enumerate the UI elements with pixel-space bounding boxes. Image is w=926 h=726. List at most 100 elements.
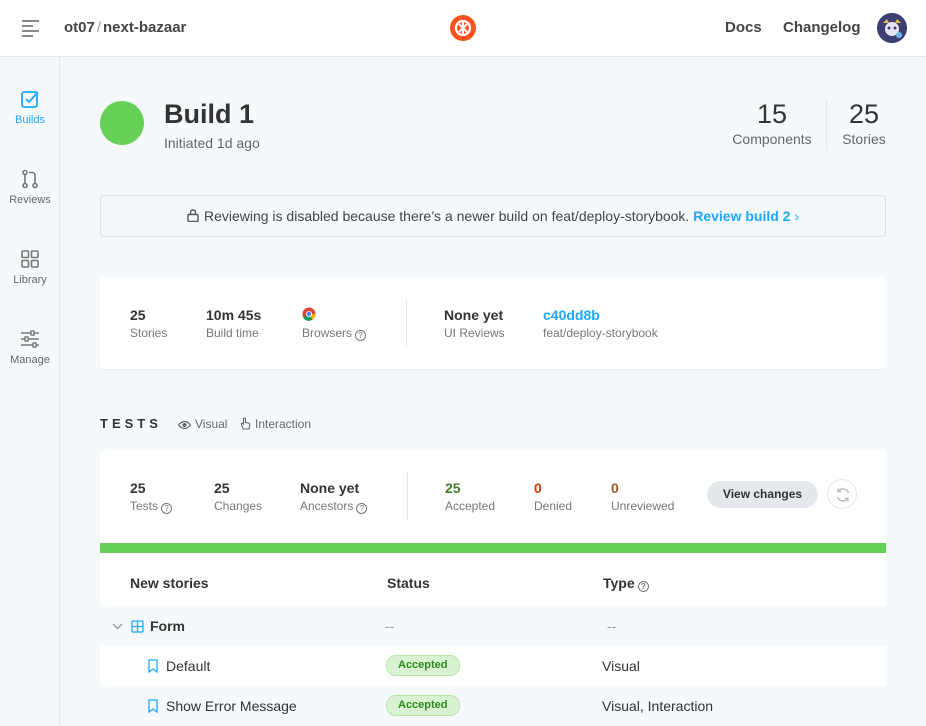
grid-icon bbox=[21, 250, 39, 268]
status-badge: Accepted bbox=[386, 655, 460, 676]
components-count: 15 Components bbox=[732, 99, 812, 147]
sidebar-item-builds[interactable]: Builds bbox=[0, 89, 60, 126]
review-disabled-banner: Reviewing is disabled because there’s a … bbox=[100, 195, 886, 237]
changes-count-value: 25 bbox=[214, 480, 230, 496]
visual-tag-label: Visual bbox=[195, 417, 228, 431]
stories-value: 25 bbox=[848, 99, 880, 129]
divider bbox=[826, 100, 827, 150]
accepted-label: Accepted bbox=[445, 499, 496, 513]
accepted-count: 25 Accepted bbox=[445, 480, 495, 513]
divider bbox=[407, 472, 408, 520]
pull-request-icon bbox=[22, 169, 38, 189]
chevron-down-icon[interactable] bbox=[112, 623, 123, 630]
divider bbox=[406, 299, 407, 347]
unreviewed-count: 0 Unreviewed bbox=[611, 480, 674, 513]
summary-browsers-label: Browsers bbox=[302, 326, 353, 340]
interaction-tag: Interaction bbox=[240, 417, 311, 431]
page-title: Build 1 bbox=[164, 99, 255, 129]
changes-count-label: Changes bbox=[214, 499, 263, 513]
avatar[interactable] bbox=[877, 13, 907, 43]
summary-commit: c40dd8b feat/deploy-storybook bbox=[543, 307, 658, 340]
summary-build-time: 10m 45s Build time bbox=[206, 307, 261, 340]
checkbox-icon bbox=[21, 91, 39, 108]
sidebar-item-label: Manage bbox=[10, 354, 50, 366]
story-type: Visual, Interaction bbox=[602, 698, 714, 714]
bookmark-icon bbox=[148, 699, 158, 713]
sidebar-item-label: Library bbox=[13, 274, 47, 286]
component-icon bbox=[131, 620, 144, 633]
tests-heading: TESTS bbox=[100, 416, 162, 431]
help-icon[interactable]: ? bbox=[637, 581, 649, 592]
commit-link[interactable]: c40dd8b bbox=[543, 307, 658, 323]
group-type: -- bbox=[607, 618, 617, 634]
summary-stories-value: 25 bbox=[130, 307, 146, 323]
review-build-link[interactable]: Review build 2 › bbox=[693, 208, 799, 224]
table-row[interactable]: Default Accepted Visual bbox=[100, 646, 886, 686]
review-build-link-label[interactable]: Review build 2 bbox=[693, 208, 790, 224]
interaction-tag-label: Interaction bbox=[255, 417, 312, 431]
docs-link[interactable]: Docs bbox=[725, 19, 762, 36]
repo-owner[interactable]: ot07 bbox=[64, 19, 95, 36]
help-icon[interactable]: ? bbox=[356, 503, 368, 514]
build-summary-card: 25 Stories 10m 45s Build time Browsers? … bbox=[100, 277, 886, 369]
group-name[interactable]: Form bbox=[150, 618, 185, 634]
chromatic-logo-icon[interactable] bbox=[450, 15, 476, 41]
column-header-status[interactable]: Status bbox=[387, 575, 430, 591]
sidebar: Builds Reviews Library Manage bbox=[0, 57, 60, 726]
sidebar-item-reviews[interactable]: Reviews bbox=[0, 169, 60, 206]
view-changes-button[interactable]: View changes bbox=[707, 481, 818, 508]
sliders-icon bbox=[21, 330, 39, 348]
chevron-right-icon: › bbox=[794, 208, 800, 224]
chrome-icon bbox=[302, 307, 316, 321]
stories-label: Stories bbox=[842, 131, 886, 147]
story-name[interactable]: Show Error Message bbox=[166, 698, 297, 714]
menu-icon[interactable] bbox=[22, 20, 39, 37]
build-status-indicator bbox=[100, 101, 144, 145]
unreviewed-label: Unreviewed bbox=[611, 499, 675, 513]
column-header-type-label[interactable]: Type bbox=[603, 575, 635, 591]
repo-name[interactable]: next-bazaar bbox=[103, 19, 186, 36]
changes-count: 25 Changes bbox=[214, 480, 262, 513]
banner-text: Reviewing is disabled because there’s a … bbox=[203, 208, 690, 224]
bookmark-icon bbox=[148, 659, 158, 673]
column-header-type[interactable]: Type? bbox=[603, 575, 649, 592]
column-header-name[interactable]: New stories bbox=[130, 575, 209, 591]
summary-ui-reviews-label: UI Reviews bbox=[444, 326, 505, 340]
accepted-value: 25 bbox=[445, 480, 461, 496]
stories-count: 25 Stories bbox=[840, 99, 888, 147]
repo-breadcrumb[interactable]: ot07/next-bazaar bbox=[64, 19, 186, 36]
tests-count: 25 Tests? bbox=[130, 480, 173, 514]
summary-ui-reviews-value: None yet bbox=[444, 307, 504, 323]
branch-name: feat/deploy-storybook bbox=[543, 326, 658, 340]
summary-stories: 25 Stories bbox=[130, 307, 167, 340]
components-label: Components bbox=[732, 131, 812, 147]
stories-table: New stories Status Type? Form -- -- Defa… bbox=[100, 553, 886, 726]
status-badge: Accepted bbox=[386, 695, 460, 716]
repo-separator: / bbox=[96, 19, 102, 36]
sidebar-item-library[interactable]: Library bbox=[0, 249, 60, 286]
denied-label: Denied bbox=[534, 499, 573, 513]
lock-icon bbox=[187, 209, 199, 223]
build-initiated-text: Initiated 1d ago bbox=[164, 135, 260, 151]
eye-icon bbox=[177, 420, 192, 430]
tests-count-label: Tests bbox=[130, 499, 159, 513]
ancestors-status: None yet Ancestors? bbox=[300, 480, 368, 514]
table-row[interactable]: Show Error Message Accepted Visual, Inte… bbox=[100, 686, 886, 726]
table-group-row[interactable]: Form -- -- bbox=[100, 606, 886, 646]
unreviewed-value: 0 bbox=[611, 480, 619, 496]
summary-build-time-label: Build time bbox=[206, 326, 259, 340]
summary-build-time-value: 10m 45s bbox=[206, 307, 262, 323]
denied-count: 0 Denied bbox=[534, 480, 572, 513]
components-value: 15 bbox=[756, 99, 788, 129]
help-icon[interactable]: ? bbox=[161, 503, 173, 514]
sidebar-item-manage[interactable]: Manage bbox=[0, 329, 60, 366]
help-icon[interactable]: ? bbox=[355, 330, 367, 341]
story-name[interactable]: Default bbox=[166, 658, 210, 674]
refresh-button[interactable] bbox=[827, 479, 857, 509]
summary-browsers: Browsers? bbox=[302, 307, 367, 341]
ancestors-value: None yet bbox=[300, 480, 360, 496]
sidebar-item-label: Builds bbox=[15, 114, 45, 126]
sync-icon bbox=[836, 488, 850, 502]
summary-ui-reviews: None yet UI Reviews bbox=[444, 307, 505, 340]
changelog-link[interactable]: Changelog bbox=[783, 19, 861, 36]
